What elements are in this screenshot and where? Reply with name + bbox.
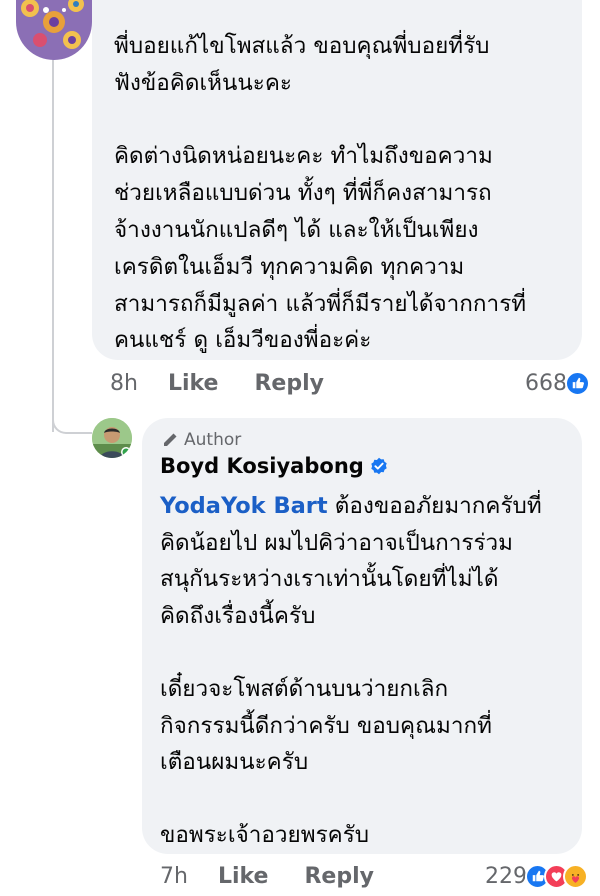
comment-meta: 8h Like Reply xyxy=(110,368,324,398)
reaction-count: 668 xyxy=(525,370,567,396)
comment-bubble: พี่บอยแก้ไขโพสแล้ว ขอบคุณพี่บอยที่รับ ฟั… xyxy=(92,0,582,360)
comment-text: พี่บอยแก้ไขโพสแล้ว ขอบคุณพี่บอยที่รับ ฟั… xyxy=(114,33,527,354)
reply-text: YodaYok Bart ต้องขออภัยมากครับที่ คิดน้อ… xyxy=(160,488,572,854)
reaction-count: 229 xyxy=(485,863,527,889)
reply-timestamp[interactable]: 7h xyxy=(160,864,188,889)
commenter-avatar[interactable] xyxy=(16,0,92,60)
reaction-summary[interactable]: 668 xyxy=(525,368,590,398)
like-button[interactable]: Like xyxy=(168,371,219,396)
reply-button[interactable]: Reply xyxy=(304,864,374,889)
author-badge: Author xyxy=(162,430,241,450)
reply-meta: 7h Like Reply xyxy=(160,861,374,891)
reply-body-text: ต้องขออภัยมากครับที่ คิดน้อยไป ผมไปคิว่า… xyxy=(160,493,542,849)
mention-link[interactable]: YodaYok Bart xyxy=(160,493,328,519)
reaction-summary[interactable]: 229 xyxy=(485,861,588,891)
reply-connector xyxy=(52,412,92,434)
like-button[interactable]: Like xyxy=(218,864,269,889)
thumbs-up-icon xyxy=(565,370,590,396)
avatar-pattern-image xyxy=(16,0,92,60)
pencil-icon xyxy=(164,433,177,446)
care-emoji-icon xyxy=(563,863,588,889)
reply-bubble: Author Boyd Kosiyabong YodaYok Bart ต้อง… xyxy=(142,418,582,854)
verified-badge-icon xyxy=(371,457,387,475)
author-avatar[interactable] xyxy=(92,418,132,458)
author-badge-label: Author xyxy=(184,430,242,450)
comment-timestamp[interactable]: 8h xyxy=(110,371,138,396)
thread-line xyxy=(52,0,54,432)
author-name[interactable]: Boyd Kosiyabong xyxy=(160,454,364,478)
reply-button[interactable]: Reply xyxy=(254,371,324,396)
avatar-photo-image xyxy=(92,418,132,458)
author-name-row: Boyd Kosiyabong xyxy=(160,454,388,478)
